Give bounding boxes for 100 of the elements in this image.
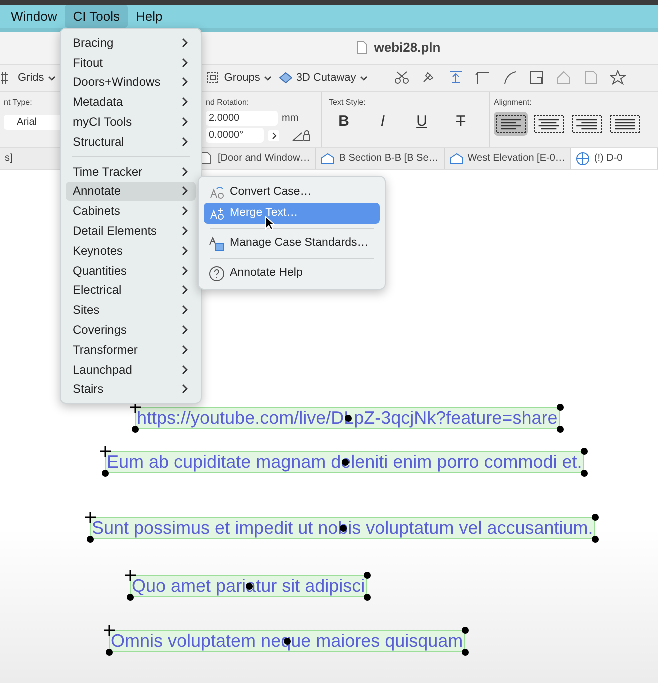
menu-item[interactable]: Fitout	[66, 52, 196, 73]
document-tab[interactable]: (!) D-0	[571, 148, 658, 169]
selection-handle[interactable]	[462, 649, 469, 656]
align-justify-button[interactable]	[608, 112, 642, 136]
move-handle-icon[interactable]	[100, 446, 111, 457]
chevron-right-icon	[182, 325, 189, 336]
field-label: nt Type:	[4, 97, 32, 109]
chevron-right-icon	[182, 166, 189, 177]
document-tab[interactable]: B Section B-B [B Se…	[316, 148, 445, 169]
angle-lock-icon[interactable]	[292, 128, 312, 142]
align-left-button[interactable]	[494, 112, 528, 136]
menu-item[interactable]: Bracing	[66, 33, 196, 53]
star-icon[interactable]	[610, 70, 626, 86]
chevron-right-icon	[182, 384, 189, 394]
menu-item[interactable]: Sites	[66, 300, 196, 320]
field-label: nd Rotation:	[206, 97, 250, 109]
move-handle-icon[interactable]	[85, 512, 96, 523]
move-handle-icon[interactable]	[130, 402, 141, 413]
document-icon	[200, 152, 214, 166]
menu-item[interactable]: Cabinets	[66, 201, 196, 222]
chevron-right-icon	[182, 226, 189, 236]
cube-icon	[278, 71, 292, 85]
scissors-icon[interactable]	[394, 70, 410, 86]
selection-handle[interactable]	[557, 404, 564, 411]
window-title: webi28.pln	[374, 39, 441, 58]
chevron-right-icon	[182, 285, 189, 296]
cutaway-button[interactable]: 3D Cutaway	[296, 70, 356, 86]
corner-icon[interactable]	[475, 70, 492, 86]
underline-button[interactable]: U	[407, 112, 437, 132]
text-object[interactable]: Sunt possimus et impedit ut nobis voluptatum vel accusantium.	[90, 517, 596, 539]
submenu-item[interactable]: Manage Case Standards…	[204, 224, 380, 254]
groups-button[interactable]: Groups	[224, 70, 260, 86]
chevron-right-icon	[182, 58, 189, 68]
menu-item[interactable]: Coverings	[66, 320, 196, 340]
selection-handle[interactable]	[340, 525, 346, 532]
selection-handle[interactable]	[106, 649, 113, 656]
selection-handle[interactable]	[364, 572, 371, 579]
selection-handle[interactable]	[581, 470, 588, 477]
document-icon	[357, 41, 368, 55]
chevron-right-icon	[182, 305, 189, 316]
submenu-item[interactable]: Convert Case…	[204, 182, 380, 203]
text-object[interactable]: Quo amet pariatur sit adipisci	[130, 575, 368, 597]
menu-item[interactable]: Annotate	[66, 182, 196, 202]
globe-icon	[576, 152, 590, 166]
selection-handle[interactable]	[581, 448, 588, 455]
menu-item[interactable]: Metadata	[66, 92, 196, 112]
move-handle-icon[interactable]	[125, 570, 136, 581]
text-case-icon	[209, 184, 225, 200]
menu-item[interactable]: Keynotes	[66, 240, 196, 261]
height-field[interactable]: 2.0000	[206, 111, 278, 126]
text-case-icon	[209, 206, 225, 222]
group-icon	[206, 71, 220, 85]
menu-item[interactable]: myCI Tools	[66, 112, 196, 132]
align-center-button[interactable]	[532, 112, 566, 136]
submenu-item[interactable]: Annotate Help	[204, 254, 380, 284]
upward-arrow-icon[interactable]	[448, 70, 464, 86]
selection-handle[interactable]	[102, 470, 109, 477]
grids-button[interactable]: Grids	[18, 70, 44, 86]
chevron-down-icon	[48, 74, 56, 82]
menu-item[interactable]: Stairs	[66, 380, 196, 400]
chevron-right-icon	[182, 344, 189, 355]
field-label: Text Style:	[329, 97, 366, 109]
selection-handle[interactable]	[87, 536, 94, 543]
menu-bar-item[interactable]: CI Tools	[65, 5, 128, 28]
move-handle-icon[interactable]	[104, 625, 115, 636]
menu-item[interactable]: Launchpad	[66, 360, 196, 380]
menu-item[interactable]: Detail Elements	[66, 221, 196, 241]
menu-item[interactable]: Quantities	[66, 260, 196, 281]
selection-handle[interactable]	[592, 536, 599, 543]
menu-bar-item[interactable]: Window	[3, 5, 66, 28]
menu-item[interactable]: Transformer	[66, 340, 196, 360]
selection-handle[interactable]	[364, 594, 371, 601]
chevron-right-icon	[182, 186, 189, 196]
menu-bar-item[interactable]: Help	[128, 5, 171, 28]
bold-button[interactable]: B	[329, 112, 359, 132]
italic-button[interactable]: I	[368, 112, 398, 132]
selection-handle[interactable]	[284, 638, 291, 645]
unit-label: mm	[282, 112, 299, 126]
selection-handle[interactable]	[592, 514, 599, 521]
selection-handle[interactable]	[127, 594, 134, 601]
angle-field[interactable]: 0.0000°	[206, 128, 264, 143]
text-object[interactable]: Eum ab cupiditate magnam deleniti enim porro commodi et.	[105, 451, 584, 473]
chevron-right-icon	[182, 266, 189, 276]
menu-item[interactable]: Electrical	[66, 280, 196, 300]
chevron-right-icon	[182, 206, 189, 216]
chevron-down-icon	[264, 74, 272, 82]
chevron-right-icon	[182, 97, 189, 108]
selection-handle[interactable]	[462, 627, 469, 634]
chevron-right-icon	[182, 246, 189, 256]
arc-icon[interactable]	[502, 70, 518, 86]
chevron-right-icon[interactable]	[268, 130, 280, 142]
align-right-button[interactable]	[570, 112, 604, 136]
help-icon	[209, 266, 225, 282]
text-object[interactable]: https://youtube.com/live/DLpZ-3qcjNk?feature=share	[135, 407, 560, 429]
chevron-right-icon	[182, 117, 189, 128]
cursor-icon	[265, 216, 275, 231]
selection-handle[interactable]	[132, 426, 139, 433]
selection-handle[interactable]	[557, 426, 564, 433]
menu-item[interactable]: Doors+Windows	[66, 72, 196, 92]
strike-button[interactable]: T	[446, 112, 476, 132]
